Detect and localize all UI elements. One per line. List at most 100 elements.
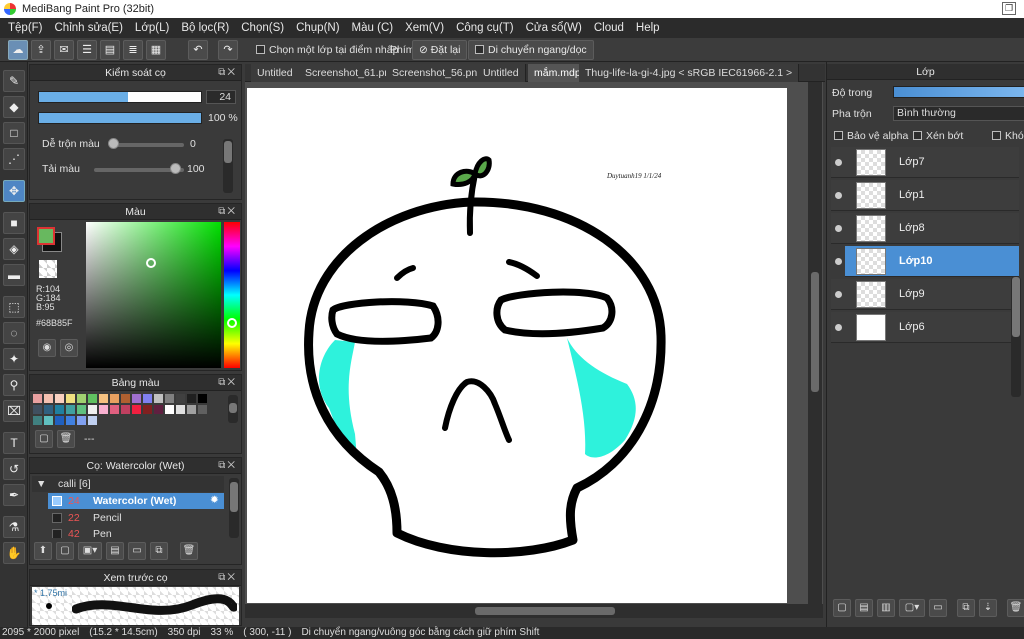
brush-settings-icon[interactable]: ▤: [106, 542, 124, 560]
operation-tool-icon[interactable]: ↺: [3, 458, 25, 480]
tab-thug-life[interactable]: Thug-life-la-gi-4.jpg < sRGB IEC61966-2.…: [579, 64, 800, 82]
primary-color-swatch[interactable]: [37, 227, 55, 245]
tab-screenshot-56[interactable]: Screenshot_56.png: [386, 64, 491, 82]
select-rect-icon[interactable]: ⬚: [3, 296, 25, 318]
brush-item[interactable]: 22 Pencil: [48, 510, 224, 526]
visibility-icon[interactable]: [835, 258, 842, 265]
brush-size-value[interactable]: 24: [206, 90, 236, 104]
visibility-icon[interactable]: [835, 159, 842, 166]
hue-strip[interactable]: [224, 222, 240, 368]
reset-button[interactable]: ⊘ Đặt lại: [412, 40, 468, 60]
lock-checkbox[interactable]: Khóa: [992, 130, 1024, 142]
canvas-vertical-scrollbar[interactable]: [808, 82, 822, 604]
palette-swatch[interactable]: [55, 394, 64, 403]
eyedropper-icon[interactable]: ⚗: [3, 516, 25, 538]
gradient-tool-icon[interactable]: ▬: [3, 264, 25, 286]
brush-group-row[interactable]: ▼ calli [6]: [32, 476, 224, 492]
delete-palette-icon[interactable]: 🗑: [57, 430, 75, 448]
brush-size-bar[interactable]: [38, 91, 202, 103]
visibility-icon[interactable]: [835, 192, 842, 199]
document-icon[interactable]: ▤: [100, 40, 120, 60]
move-hv-button[interactable]: Di chuyển ngang/dọc: [468, 40, 594, 60]
bucket-tool-icon[interactable]: ◈: [3, 238, 25, 260]
blend-knob[interactable]: [108, 138, 119, 149]
palette-swatch[interactable]: [33, 405, 42, 414]
palette-swatch[interactable]: [99, 394, 108, 403]
magic-wand-icon[interactable]: ✦: [3, 348, 25, 370]
layer-row[interactable]: Lớp8: [831, 213, 1019, 244]
menu-capture[interactable]: Chụp(N): [290, 22, 345, 34]
palette-scrollbar[interactable]: [228, 395, 238, 423]
menu-view[interactable]: Xem(V): [399, 22, 450, 34]
layer-scrollbar[interactable]: [1011, 277, 1021, 397]
rectangle-tool-icon[interactable]: □: [3, 122, 25, 144]
menu-select[interactable]: Chọn(S): [235, 22, 290, 34]
share-icon[interactable]: ⇪: [31, 40, 51, 60]
add-layer-menu-icon[interactable]: ▢▾: [899, 599, 925, 617]
new-palette-icon[interactable]: ▢: [35, 430, 53, 448]
comment-icon[interactable]: ✉: [54, 40, 74, 60]
layer-opacity-bar[interactable]: [893, 86, 1024, 98]
palette-swatch[interactable]: [154, 394, 163, 403]
canvas-area[interactable]: Duytuanh19 1/1/24: [245, 82, 823, 604]
palette-swatch[interactable]: [187, 394, 196, 403]
lasso-icon[interactable]: ◌: [3, 322, 25, 344]
palette-swatch[interactable]: [77, 416, 86, 425]
new-layer-icon[interactable]: ▢: [833, 599, 851, 617]
palette-swatch[interactable]: [66, 394, 75, 403]
brush-control-scrollbar[interactable]: [223, 139, 233, 193]
new-8bit-layer-icon[interactable]: ▥: [877, 599, 895, 617]
palette-swatch[interactable]: [110, 405, 119, 414]
palette-swatch[interactable]: [165, 394, 174, 403]
palette-swatch[interactable]: [55, 416, 64, 425]
palette-swatch[interactable]: [198, 394, 207, 403]
pen-tool-icon[interactable]: ✒: [3, 484, 25, 506]
canvas-horizontal-scrollbar[interactable]: [245, 604, 823, 618]
layer-row[interactable]: Lớp6: [831, 312, 1019, 343]
palette-swatch[interactable]: [132, 394, 141, 403]
palette-swatch[interactable]: [33, 394, 42, 403]
fill-rect-tool-icon[interactable]: ■: [3, 212, 25, 234]
folder-icon[interactable]: ▭: [128, 542, 146, 560]
brush-tool-icon[interactable]: ✎: [3, 70, 25, 92]
saturation-value-field[interactable]: [86, 222, 221, 368]
tab-untitled-1[interactable]: Untitled: [251, 64, 300, 82]
visibility-icon[interactable]: [835, 225, 842, 232]
text-tool-icon[interactable]: T: [3, 432, 25, 454]
restore-button[interactable]: ❐: [1002, 2, 1016, 15]
protect-alpha-checkbox[interactable]: Bảo vệ alpha: [834, 130, 908, 142]
panel-controls-icon[interactable]: ⧉✕: [218, 375, 237, 391]
palette-swatch[interactable]: [33, 416, 42, 425]
blend-mode-select[interactable]: Bình thường: [893, 106, 1024, 121]
hue-cursor[interactable]: [227, 318, 237, 328]
layer-row[interactable]: Lớp7: [831, 147, 1019, 178]
scroll-thumb[interactable]: [475, 607, 615, 615]
new-halftone-layer-icon[interactable]: ▤: [855, 599, 873, 617]
panel-controls-icon[interactable]: ⧉✕: [218, 458, 237, 474]
eraser-tool-icon[interactable]: ◆: [3, 96, 25, 118]
duplicate-layer-icon[interactable]: ⧉: [957, 599, 975, 617]
palette-swatch[interactable]: [88, 405, 97, 414]
gear-icon[interactable]: ✹: [210, 494, 219, 506]
merge-layer-icon[interactable]: ⇣: [979, 599, 997, 617]
scroll-thumb[interactable]: [811, 272, 819, 392]
palette-swatch[interactable]: [132, 405, 141, 414]
menu-cloud[interactable]: Cloud: [588, 22, 630, 34]
palette-swatch[interactable]: [88, 416, 97, 425]
undo-icon[interactable]: ↶: [188, 40, 208, 60]
visibility-icon[interactable]: [835, 291, 842, 298]
panel-controls-icon[interactable]: ⧉✕: [218, 204, 237, 220]
palette-swatch[interactable]: [44, 405, 53, 414]
select-eraser-icon[interactable]: ⌧: [3, 400, 25, 422]
palette-swatch[interactable]: [77, 405, 86, 414]
blend-slider[interactable]: [110, 143, 184, 147]
notes-icon[interactable]: ☰: [77, 40, 97, 60]
layer-row[interactable]: Lớp9: [831, 279, 1019, 310]
sample-one-layer-checkbox[interactable]: Chọn một lớp tại điểm nhấp: [256, 41, 398, 59]
redo-icon[interactable]: ↷: [218, 40, 238, 60]
tab-untitled-2[interactable]: Untitled: [477, 64, 526, 82]
palette-swatch[interactable]: [99, 405, 108, 414]
menu-filter[interactable]: Bộ lọc(R): [175, 22, 235, 34]
hand-tool-icon[interactable]: ✋: [3, 542, 25, 564]
palette-swatch[interactable]: [176, 405, 185, 414]
